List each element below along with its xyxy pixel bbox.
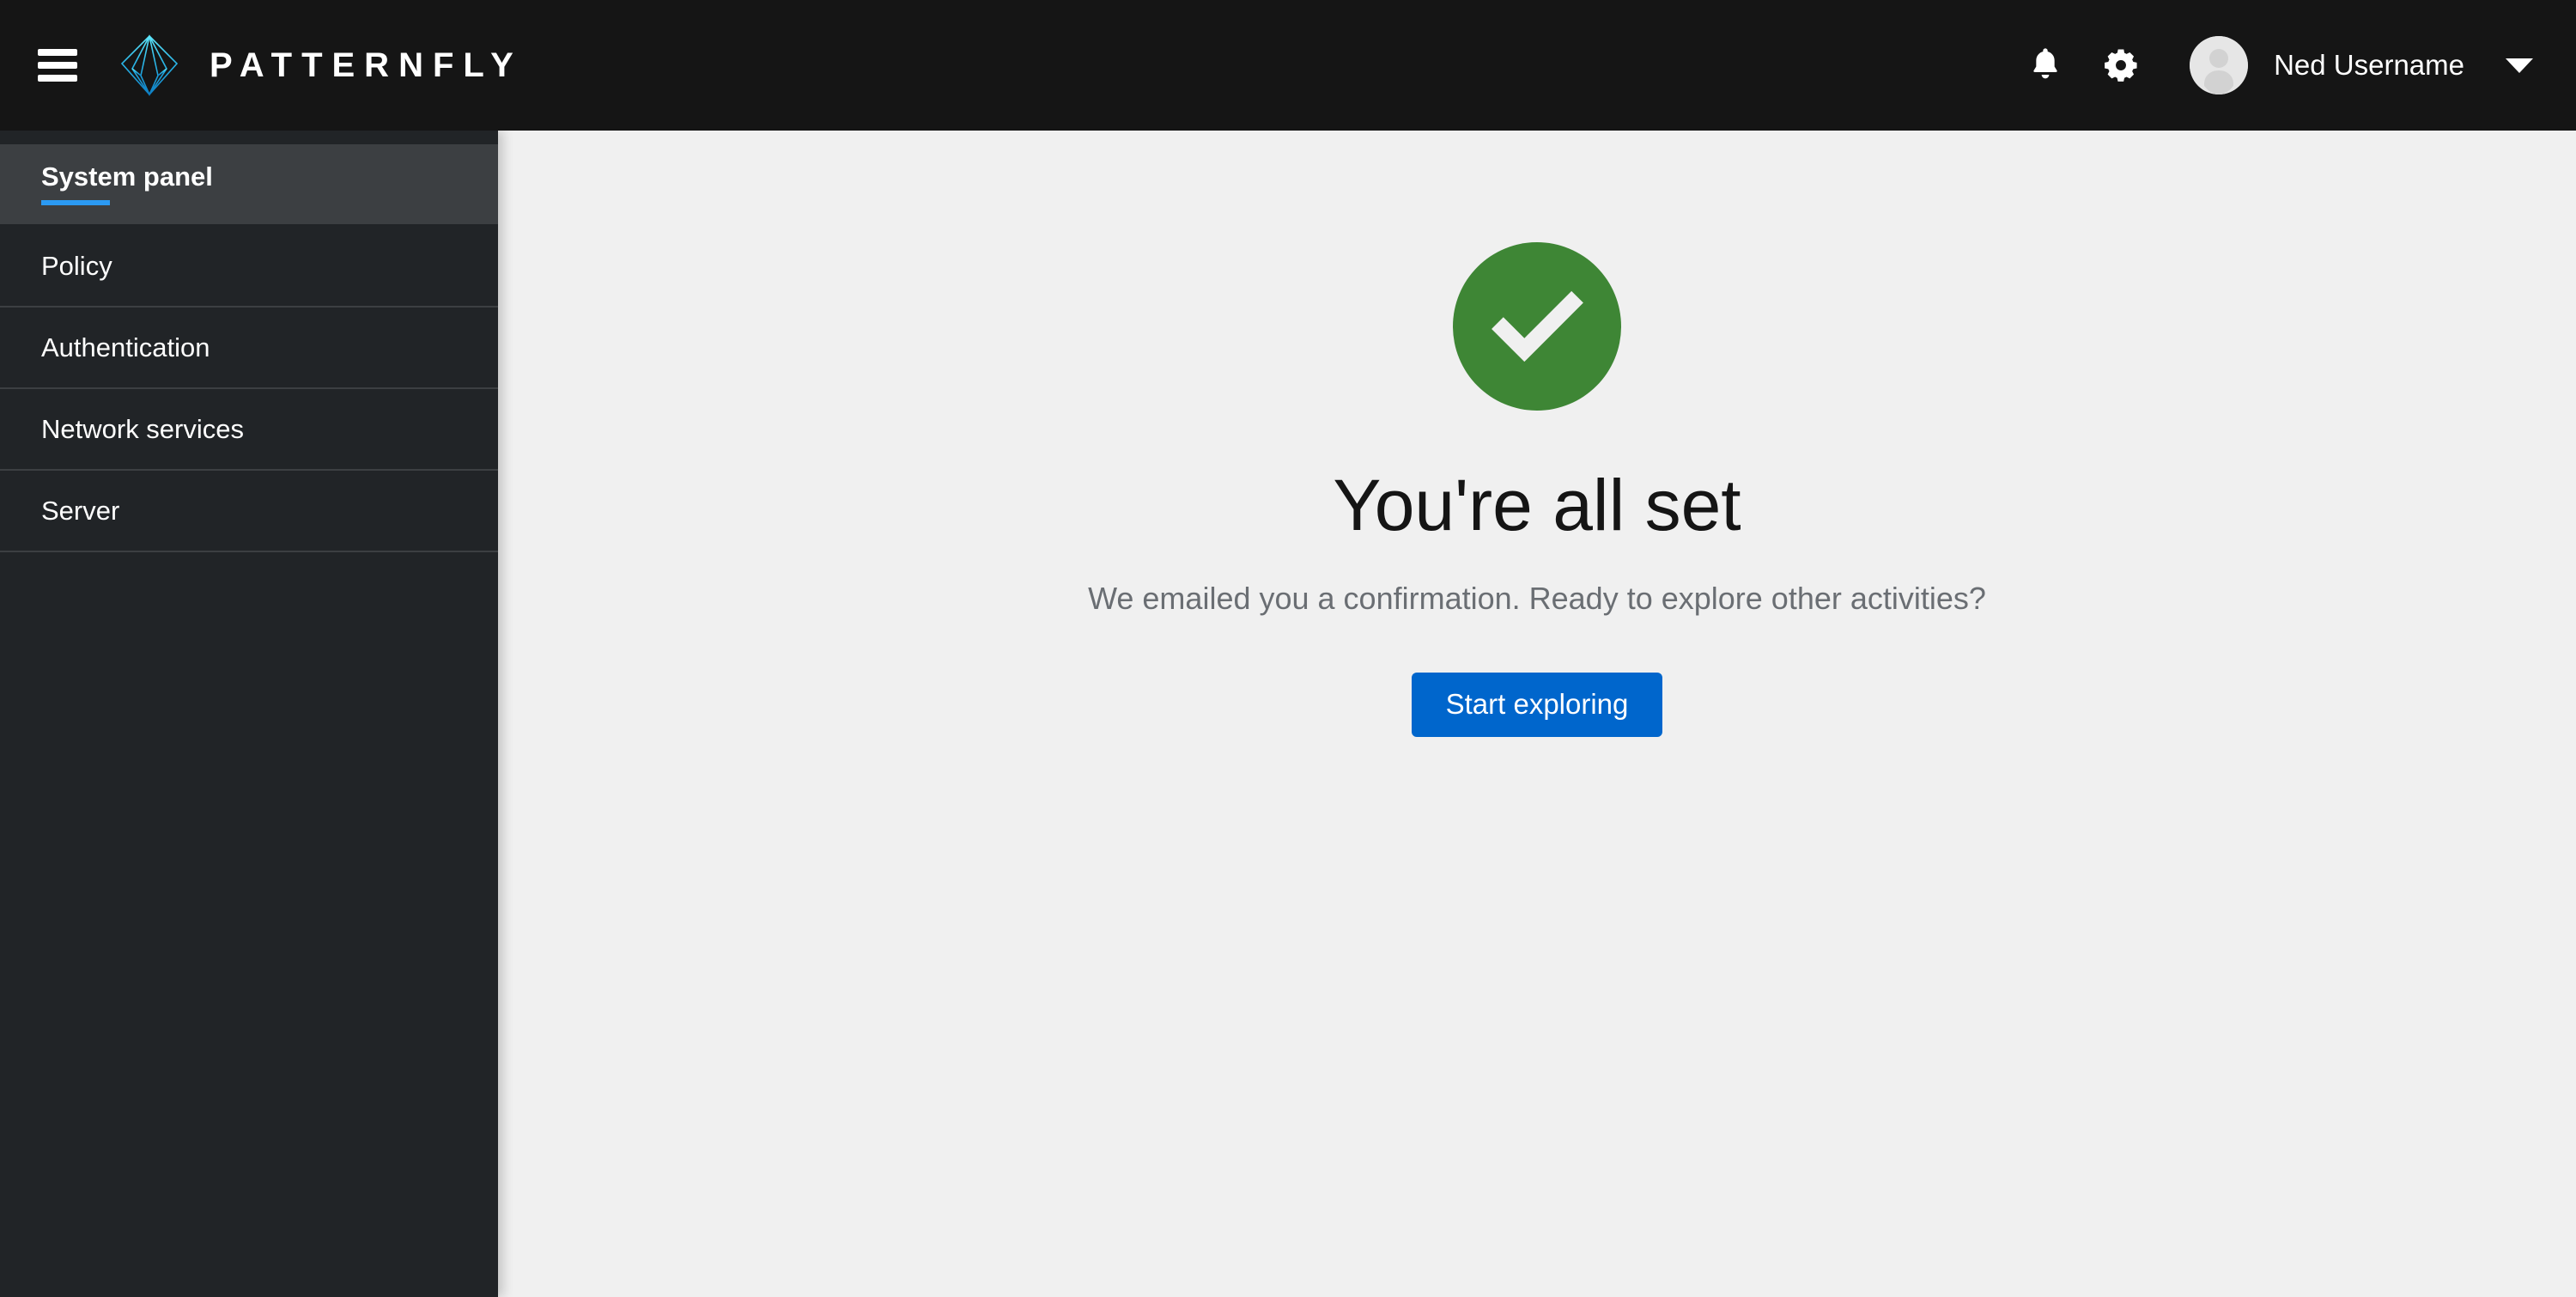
sidebar-navigation: System panel Policy Authentication Netwo… bbox=[0, 131, 498, 1297]
settings-button[interactable] bbox=[2083, 27, 2159, 103]
nav-toggle-button[interactable] bbox=[38, 49, 77, 82]
sidebar-item-label: Server bbox=[41, 495, 120, 526]
main-content: You're all set We emailed you a confirma… bbox=[498, 131, 2576, 1297]
empty-state-title: You're all set bbox=[1333, 465, 1741, 545]
sidebar-item-label: Network services bbox=[41, 413, 244, 444]
sidebar-top-spacer bbox=[0, 131, 498, 144]
sidebar-item-label: Authentication bbox=[41, 332, 210, 362]
masthead: PATTERNFLY Ned Username bbox=[0, 0, 2576, 131]
empty-state-body: We emailed you a confirmation. Ready to … bbox=[1088, 581, 1986, 617]
brand-name: PATTERNFLY bbox=[210, 46, 523, 84]
sidebar-item-policy[interactable]: Policy bbox=[0, 226, 498, 308]
sidebar-item-authentication[interactable]: Authentication bbox=[0, 308, 498, 389]
masthead-right: Ned Username bbox=[2008, 27, 2576, 103]
sidebar-item-label: System panel bbox=[41, 161, 213, 192]
sidebar-item-server[interactable]: Server bbox=[0, 471, 498, 552]
bell-icon bbox=[2033, 48, 2057, 79]
chevron-down-icon[interactable] bbox=[2506, 58, 2533, 73]
avatar bbox=[2190, 36, 2249, 94]
sidebar-item-system-panel[interactable]: System panel bbox=[0, 144, 498, 226]
user-menu[interactable]: Ned Username bbox=[2190, 36, 2538, 94]
user-name: Ned Username bbox=[2274, 49, 2464, 81]
empty-state: You're all set We emailed you a confirma… bbox=[498, 242, 2576, 737]
masthead-left: PATTERNFLY bbox=[0, 31, 523, 100]
success-check-circle-icon bbox=[1453, 242, 1621, 411]
hamburger-bar-middle bbox=[38, 62, 77, 69]
gear-icon bbox=[2105, 49, 2137, 82]
sidebar-item-label: Policy bbox=[41, 250, 112, 281]
patternfly-logo-icon bbox=[120, 34, 179, 96]
notifications-button[interactable] bbox=[2008, 27, 2083, 103]
start-exploring-button[interactable]: Start exploring bbox=[1411, 672, 1663, 737]
hamburger-bar-bottom bbox=[38, 75, 77, 82]
application-window: PATTERNFLY Ned Username System panel Pol… bbox=[0, 0, 2576, 1297]
sidebar-item-network-services[interactable]: Network services bbox=[0, 389, 498, 471]
brand[interactable]: PATTERNFLY bbox=[118, 31, 523, 100]
active-indicator bbox=[41, 200, 110, 205]
hamburger-bar-top bbox=[38, 49, 77, 56]
